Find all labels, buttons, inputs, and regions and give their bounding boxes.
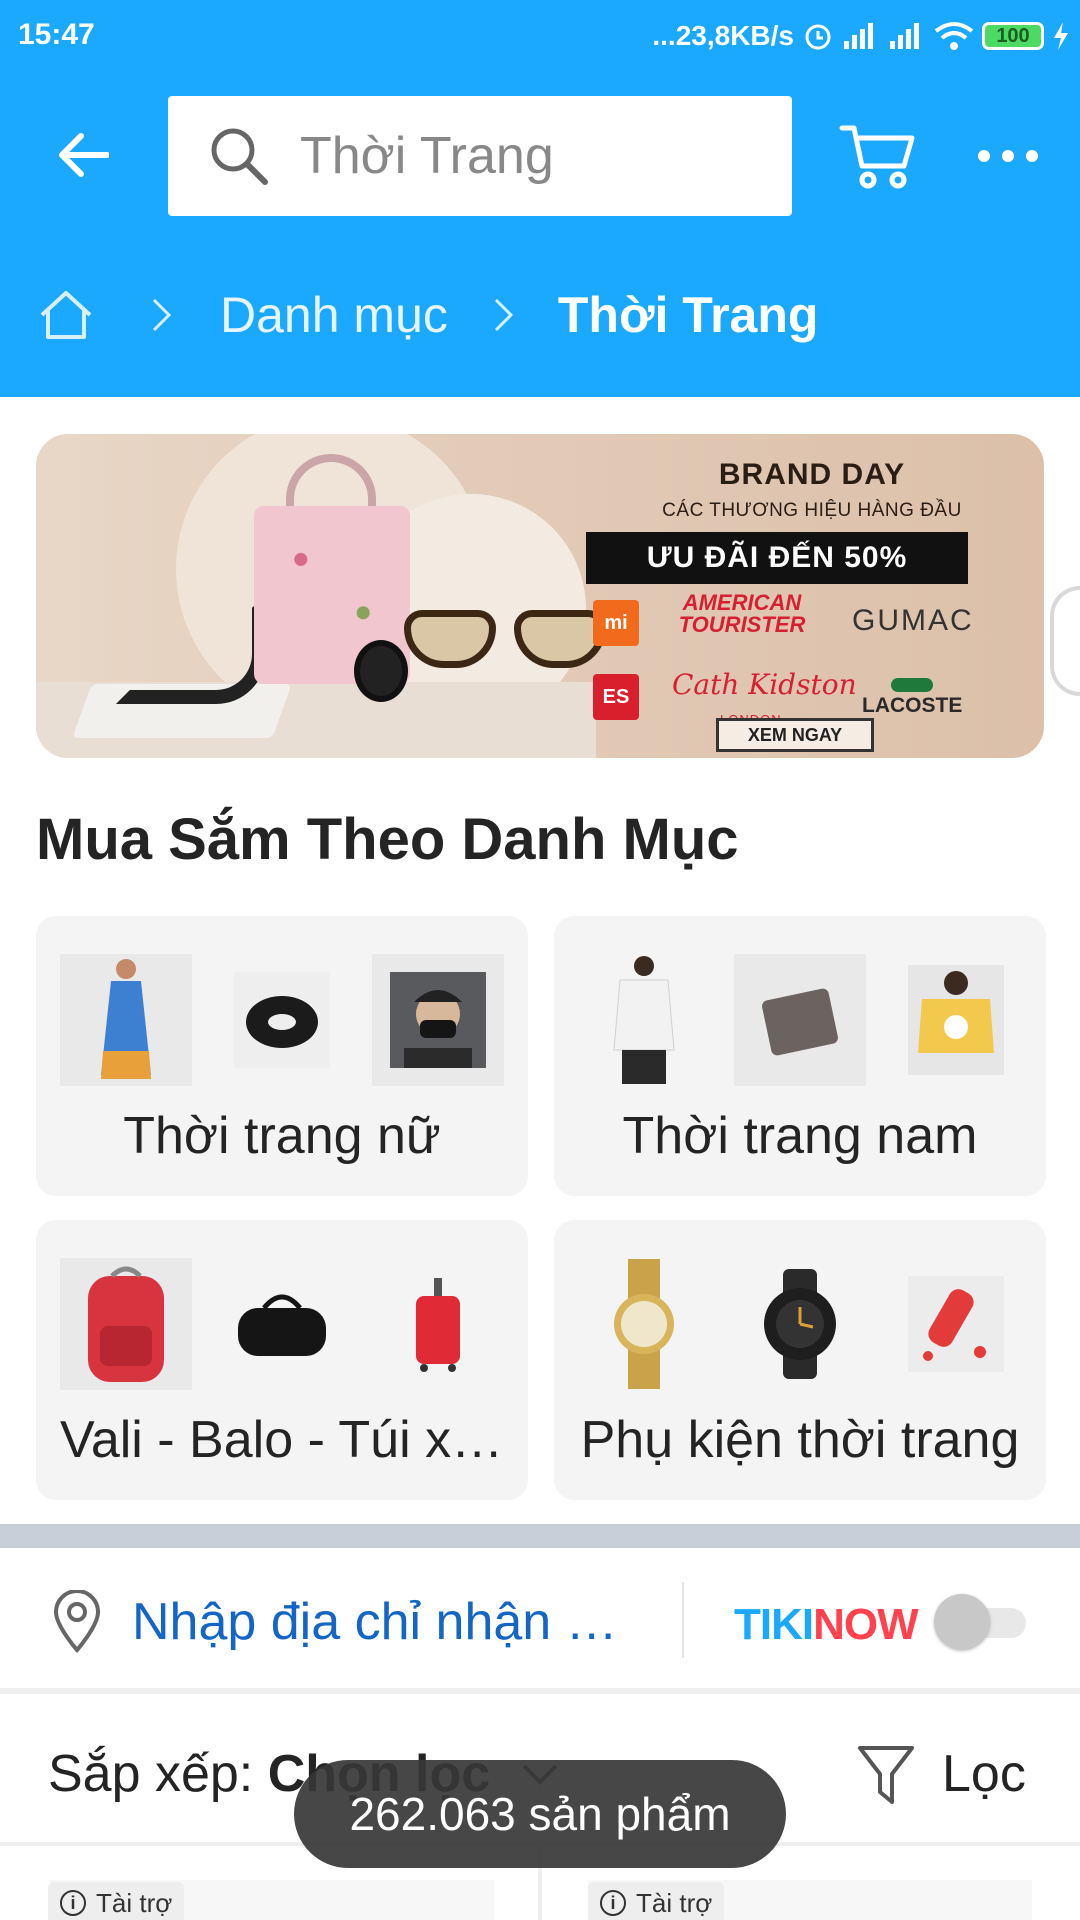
brand-logo-gumac: GUMAC <box>852 604 974 637</box>
home-icon <box>40 291 92 339</box>
category-thumb <box>372 954 504 1086</box>
back-button[interactable] <box>52 124 114 186</box>
app-root: 15:47 ...23,8KB/s 100 Thời Trang Danh mụ… <box>0 0 1080 1920</box>
status-indicators: ...23,8KB/s 100 <box>652 16 1070 56</box>
divider <box>682 1582 684 1658</box>
header: 15:47 ...23,8KB/s 100 Thời Trang Danh mụ… <box>0 0 1080 397</box>
more-icon <box>978 150 990 162</box>
more-icon <box>1026 150 1038 162</box>
info-icon: i <box>60 1890 86 1916</box>
breadcrumb-item-danh-muc[interactable]: Danh mục <box>220 286 448 344</box>
breadcrumb-home[interactable] <box>36 285 96 345</box>
category-thumb <box>216 1258 348 1390</box>
category-label: Thời trang nam <box>622 1107 978 1165</box>
category-thumb <box>890 954 1022 1086</box>
address-bar: Nhập địa chỉ nhận hàng TIKINOW <box>0 1548 1080 1694</box>
more-icon <box>1002 150 1014 162</box>
brand-logo-lacoste: LACOSTE <box>862 678 962 718</box>
address-input[interactable]: Nhập địa chỉ nhận hàng <box>132 1592 632 1652</box>
result-count-toast: 262.063 sản phẩm <box>294 1760 786 1868</box>
status-time: 15:47 <box>18 18 95 51</box>
search-icon <box>206 123 272 189</box>
category-thumb <box>734 954 866 1086</box>
brand-logo-es: ES <box>593 674 639 720</box>
filter-button[interactable]: Lọc <box>942 1744 1026 1804</box>
section-divider <box>0 1524 1080 1548</box>
location-pin-icon <box>53 1590 101 1654</box>
category-card-womens-fashion[interactable]: Thời trang nữ <box>36 916 528 1196</box>
network-speed: ...23,8KB/s <box>652 20 794 51</box>
promo-banner[interactable]: BRAND DAY CÁC THƯƠNG HIỆU HÀNG ĐẦU ƯU ĐÃ… <box>36 434 1044 758</box>
banner-title: BRAND DAY <box>718 458 906 491</box>
search-input[interactable]: Thời Trang <box>168 96 792 216</box>
watch-image <box>354 640 408 702</box>
cart-icon <box>839 125 915 189</box>
sunglasses-image <box>404 610 606 670</box>
sponsored-badge: i Tài trợ <box>48 1882 185 1920</box>
tikinow-toggle[interactable] <box>934 1594 1026 1650</box>
category-label: Vali - Balo - Túi xách <box>60 1411 528 1469</box>
status-bar: 15:47 ...23,8KB/s 100 <box>0 0 1080 72</box>
tikinow-logo: TIKINOW <box>734 1600 919 1649</box>
category-card-mens-fashion[interactable]: Thời trang nam <box>554 916 1046 1196</box>
search-placeholder: Thời Trang <box>300 127 554 185</box>
category-label: Thời trang nữ <box>123 1107 441 1165</box>
banner-next-peek[interactable] <box>1050 586 1080 696</box>
brand-logo-mi: mi <box>593 600 639 646</box>
category-thumb <box>60 1258 192 1390</box>
banner-promo: ƯU ĐÃI ĐẾN 50% <box>586 532 968 584</box>
category-thumb <box>578 1258 710 1390</box>
info-icon: i <box>600 1890 626 1916</box>
banner-cta-button[interactable]: XEM NGAY <box>716 718 874 752</box>
chevron-right-icon <box>142 295 182 335</box>
filter-icon[interactable] <box>856 1744 916 1806</box>
section-title: Mua Sắm Theo Danh Mục <box>36 807 739 872</box>
brand-logo-cath-kidston: Cath Kidston <box>672 668 857 701</box>
category-thumb <box>890 1258 1022 1390</box>
more-button[interactable] <box>978 138 1038 174</box>
brand-logo-american-tourister: AMERICAN TOURISTER <box>678 590 806 637</box>
breadcrumb: Danh mục Thời Trang <box>36 270 818 360</box>
category-card-luggage-bags[interactable]: Vali - Balo - Túi xách <box>36 1220 528 1500</box>
category-thumb <box>60 954 192 1086</box>
category-label: Phụ kiện thời trang <box>580 1411 1020 1469</box>
cart-button[interactable] <box>838 122 918 192</box>
breadcrumb-current: Thời Trang <box>557 287 819 343</box>
crocodile-icon <box>891 678 934 692</box>
charging-icon <box>1054 22 1068 50</box>
category-thumb <box>216 954 348 1086</box>
battery-icon: 100 <box>982 22 1044 50</box>
category-thumb <box>578 954 710 1086</box>
back-arrow-icon <box>59 133 109 177</box>
category-card-fashion-accessories[interactable]: Phụ kiện thời trang <box>554 1220 1046 1500</box>
banner-subtitle: CÁC THƯƠNG HIỆU HÀNG ĐẦU <box>662 500 962 521</box>
category-thumb <box>734 1258 866 1390</box>
chevron-right-icon <box>484 295 524 335</box>
wifi-icon <box>934 22 974 50</box>
sponsored-badge: i Tài trợ <box>588 1882 725 1920</box>
alarm-icon <box>805 24 831 50</box>
shoe-image <box>116 594 266 704</box>
signal-icon <box>890 23 919 49</box>
signal-icon <box>844 23 873 49</box>
category-thumb <box>372 1258 504 1390</box>
